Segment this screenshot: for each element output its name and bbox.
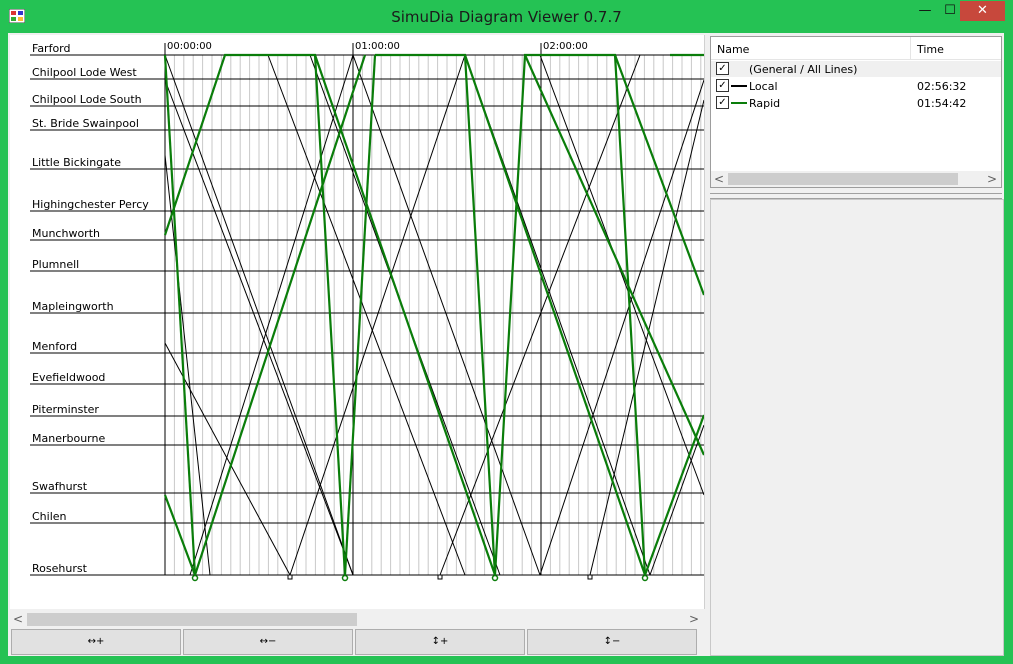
lines-list[interactable]: Name Time ✓ (General / All Lines) ✓ Loca… bbox=[710, 36, 1002, 188]
column-header-name[interactable]: Name bbox=[717, 43, 749, 56]
list-item-label: Local bbox=[749, 80, 778, 93]
station-label: Menford bbox=[32, 340, 77, 353]
list-item-label: (General / All Lines) bbox=[749, 63, 858, 76]
diagram-panel[interactable]: 00:00:00 01:00:00 02:00:00 Farford Chilpool … bbox=[10, 35, 705, 609]
rapid-train-path bbox=[163, 54, 197, 576]
local-train-path bbox=[539, 79, 704, 576]
station-label: Chilpool Lode West bbox=[32, 66, 137, 79]
list-item-time: 02:56:32 bbox=[917, 80, 967, 93]
station-label: Mapleingworth bbox=[32, 300, 114, 313]
rapid-train-path bbox=[463, 54, 647, 576]
rapid-stop-marker bbox=[341, 574, 349, 582]
local-train-path bbox=[267, 54, 466, 576]
local-stop-marker bbox=[287, 574, 293, 580]
list-item-general[interactable]: ✓ (General / All Lines) bbox=[711, 61, 1001, 77]
time-label: 00:00:00 bbox=[167, 41, 212, 52]
close-button[interactable]: ✕ bbox=[960, 1, 1005, 21]
local-train-path bbox=[649, 424, 704, 576]
scroll-right-arrow-icon[interactable]: > bbox=[687, 612, 701, 626]
list-item-local[interactable]: ✓ Local 02:56:32 bbox=[711, 78, 1001, 94]
station-label: Chilpool Lode South bbox=[32, 93, 142, 106]
list-header: Name Time bbox=[711, 37, 1001, 60]
local-stop-marker bbox=[437, 574, 443, 580]
local-train-path bbox=[189, 54, 354, 576]
rapid-train-path bbox=[343, 54, 377, 576]
local-train-path bbox=[289, 54, 466, 576]
station-label: Swafhurst bbox=[32, 480, 88, 493]
station-label: Farford bbox=[32, 42, 71, 55]
column-header-time[interactable]: Time bbox=[917, 43, 944, 56]
rapid-train-path bbox=[313, 54, 497, 576]
title-bar[interactable]: SimuDia Diagram Viewer 0.7.7 — ☐ ✕ bbox=[0, 0, 1013, 33]
station-label: Munchworth bbox=[32, 227, 100, 240]
list-scroll-thumb[interactable] bbox=[728, 173, 958, 185]
list-horizontal-scrollbar[interactable]: < > bbox=[711, 171, 1001, 187]
station-label: Manerbourne bbox=[32, 432, 105, 445]
station-label: Piterminster bbox=[32, 403, 99, 416]
station-label: St. Bride Swainpool bbox=[32, 117, 139, 130]
diagram-canvas[interactable]: 00:00:00 01:00:00 02:00:00 Farford Chilpool … bbox=[10, 35, 704, 609]
rapid-stop-marker bbox=[641, 574, 649, 582]
zoom-out-vertical-button[interactable]: ↕− bbox=[527, 629, 697, 655]
scroll-left-arrow-icon[interactable]: < bbox=[11, 612, 25, 626]
list-scroll-right-icon[interactable]: > bbox=[985, 172, 999, 186]
zoom-in-vertical-button[interactable]: ↕+ bbox=[355, 629, 525, 655]
rapid-line-swatch bbox=[731, 102, 747, 104]
client-area: 00:00:00 01:00:00 02:00:00 Farford Chilpool … bbox=[8, 33, 1004, 656]
checkbox-general[interactable]: ✓ bbox=[716, 62, 729, 75]
list-item-rapid[interactable]: ✓ Rapid 01:54:42 bbox=[711, 95, 1001, 111]
column-divider[interactable] bbox=[910, 37, 911, 59]
time-label: 01:00:00 bbox=[355, 41, 400, 52]
time-label: 02:00:00 bbox=[543, 41, 588, 52]
checkbox-rapid[interactable]: ✓ bbox=[716, 96, 729, 109]
station-label: Evefieldwood bbox=[32, 371, 105, 384]
local-stop-marker bbox=[587, 574, 593, 580]
rapid-stop-marker bbox=[491, 574, 499, 582]
rapid-train-path bbox=[523, 54, 704, 456]
zoom-in-horizontal-button[interactable]: ↔+ bbox=[11, 629, 181, 655]
diagram-horizontal-scrollbar[interactable]: < > bbox=[10, 611, 704, 628]
list-item-label: Rapid bbox=[749, 97, 781, 110]
local-train-path bbox=[539, 54, 704, 496]
local-line-swatch bbox=[731, 85, 747, 87]
rapid-stop-marker bbox=[191, 574, 199, 582]
details-panel bbox=[710, 199, 1004, 656]
scroll-thumb[interactable] bbox=[27, 613, 357, 626]
list-scroll-left-icon[interactable]: < bbox=[712, 172, 726, 186]
station-label: Plumnell bbox=[32, 258, 79, 271]
station-label: Little Bickingate bbox=[32, 156, 121, 169]
station-label: Highingchester Percy bbox=[32, 198, 149, 211]
zoom-out-horizontal-button[interactable]: ↔− bbox=[183, 629, 353, 655]
window-title: SimuDia Diagram Viewer 0.7.7 bbox=[391, 8, 622, 26]
checkbox-local[interactable]: ✓ bbox=[716, 79, 729, 92]
rapid-train-path bbox=[163, 53, 347, 576]
station-label: Rosehurst bbox=[32, 562, 88, 575]
list-item-time: 01:54:42 bbox=[917, 97, 967, 110]
station-label: Chilen bbox=[32, 510, 67, 523]
rapid-train-path bbox=[613, 54, 704, 296]
